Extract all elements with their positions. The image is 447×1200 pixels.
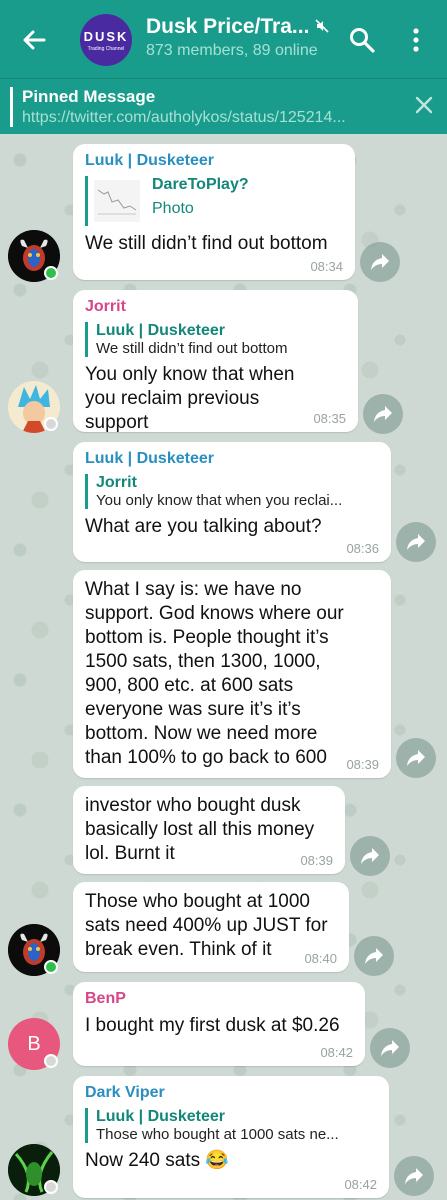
channel-logo-subtext: Trading Channel <box>87 46 125 52</box>
reply-preview[interactable]: Jorrit You only know that when you recla… <box>85 474 379 509</box>
message-text: What I say is: we have no support. God k… <box>85 579 344 768</box>
reply-preview[interactable]: Luuk | Dusketeer Those who bought at 100… <box>85 1108 377 1143</box>
message-sender[interactable]: Dark Viper <box>85 1084 377 1102</box>
pinned-message-bar[interactable]: Pinned Message https://twitter.com/autho… <box>0 78 447 134</box>
share-arrow-icon <box>407 750 425 766</box>
forward-button[interactable] <box>350 836 390 876</box>
channel-logo-text: DUSK <box>83 29 129 44</box>
reply-snippet: We still didn’t find out bottom <box>96 340 288 357</box>
reply-snippet: You only know that when you reclai... <box>96 492 343 509</box>
forward-button[interactable] <box>370 1028 410 1068</box>
message-time: 08:34 <box>310 259 343 274</box>
more-vertical-icon <box>413 28 419 52</box>
message-bubble[interactable]: Those who bought at 1000 sats need 400% … <box>73 882 349 972</box>
reply-author: Luuk | Dusketeer <box>96 322 225 339</box>
reply-author: DareToPlay? <box>152 176 249 193</box>
offline-indicator <box>44 1054 58 1068</box>
pinned-link[interactable]: https://twitter.com/autholykos/status/12… <box>22 109 402 127</box>
arrow-left-icon <box>23 30 46 50</box>
search-button[interactable] <box>348 26 376 54</box>
message-text: Now 240 sats 😂 <box>85 1150 230 1171</box>
forward-button[interactable] <box>354 936 394 976</box>
forward-button[interactable] <box>396 738 436 778</box>
share-arrow-icon <box>374 406 392 422</box>
message-time: 08:39 <box>346 757 379 772</box>
online-indicator <box>44 266 58 280</box>
share-arrow-icon <box>371 254 389 270</box>
close-icon[interactable] <box>413 94 435 116</box>
search-icon <box>350 28 375 53</box>
reply-author: Jorrit <box>96 474 137 491</box>
member-count: 873 members, 89 online <box>146 42 318 59</box>
message-bubble[interactable]: What I say is: we have no support. God k… <box>73 570 391 778</box>
message-text: What are you talking about? <box>85 516 322 537</box>
chat-header: DUSK Trading Channel Dusk Price/Tra... 8… <box>0 0 447 78</box>
forward-button[interactable] <box>394 1156 434 1196</box>
message-time: 08:36 <box>346 541 379 556</box>
message-bubble[interactable]: Dark Viper Luuk | Dusketeer Those who bo… <box>73 1076 389 1198</box>
message-time: 08:35 <box>313 411 346 426</box>
message-bubble[interactable]: BenP I bought my first dusk at $0.26 08:… <box>73 982 365 1066</box>
share-arrow-icon <box>405 1168 423 1184</box>
pinned-indicator <box>10 87 13 127</box>
message-time: 08:42 <box>344 1177 377 1192</box>
message-bubble[interactable]: Luuk | Dusketeer Jorrit You only know th… <box>73 442 391 562</box>
avatar-initial: B <box>27 1033 41 1055</box>
message-text: I bought my first dusk at $0.26 <box>85 1015 340 1036</box>
back-button[interactable] <box>18 24 50 56</box>
reply-preview[interactable]: DareToPlay? Photo <box>85 176 343 226</box>
photo-thumbnail <box>94 180 140 222</box>
message-sender[interactable]: Jorrit <box>85 298 346 316</box>
message-time: 08:39 <box>300 853 333 868</box>
more-menu-button[interactable] <box>404 26 428 54</box>
pinned-title: Pinned Message <box>22 87 156 106</box>
reply-preview[interactable]: Luuk | Dusketeer We still didn’t find ou… <box>85 322 346 357</box>
muted-icon <box>315 19 329 33</box>
forward-button[interactable] <box>396 522 436 562</box>
channel-avatar[interactable]: DUSK Trading Channel <box>80 14 132 66</box>
reply-author: Luuk | Dusketeer <box>96 1108 225 1125</box>
reply-snippet: Photo <box>152 200 194 217</box>
online-indicator <box>44 960 58 974</box>
message-sender[interactable]: BenP <box>85 990 353 1008</box>
message-bubble[interactable]: Jorrit Luuk | Dusketeer We still didn’t … <box>73 290 358 433</box>
offline-indicator <box>44 417 58 431</box>
share-arrow-icon <box>407 534 425 550</box>
message-sender[interactable]: Luuk | Dusketeer <box>85 450 379 468</box>
message-bubble[interactable]: investor who bought dusk basically lost … <box>73 786 345 874</box>
forward-button[interactable] <box>360 242 400 282</box>
message-text: investor who bought dusk basically lost … <box>85 795 315 864</box>
message-text: We still didn’t find out bottom <box>85 233 328 254</box>
message-time: 08:42 <box>320 1045 353 1060</box>
forward-button[interactable] <box>363 394 403 434</box>
share-arrow-icon <box>381 1040 399 1056</box>
share-arrow-icon <box>365 948 383 964</box>
message-sender[interactable]: Luuk | Dusketeer <box>85 152 343 170</box>
chat-title[interactable]: Dusk Price/Tra... <box>146 15 309 39</box>
offline-indicator <box>44 1180 58 1194</box>
message-time: 08:40 <box>304 951 337 966</box>
message-text: Those who bought at 1000 sats need 400% … <box>85 891 328 960</box>
reply-snippet: Those who bought at 1000 sats ne... <box>96 1126 339 1143</box>
message-bubble[interactable]: Luuk | Dusketeer DareToPlay? Photo We st… <box>73 144 355 280</box>
share-arrow-icon <box>361 848 379 864</box>
message-text: You only know that when you reclaim prev… <box>85 364 295 433</box>
